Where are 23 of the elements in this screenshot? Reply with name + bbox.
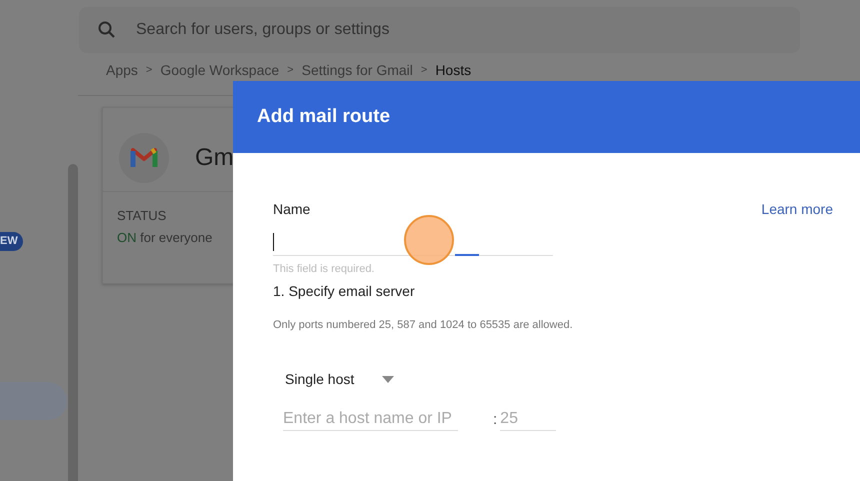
ports-note: Only ports numbered 25, 587 and 1024 to 65535 are allowed. — [273, 319, 574, 331]
sidebar-item[interactable] — [0, 382, 67, 420]
status-text: ON for everyone — [117, 230, 214, 245]
field-label: Name — [273, 201, 310, 217]
dialog-title: Add mail route — [257, 106, 390, 128]
breadcrumb-separator: > — [287, 64, 294, 76]
breadcrumb-link[interactable]: Apps — [106, 62, 138, 78]
breadcrumb-link[interactable]: Settings for Gmail — [302, 62, 413, 78]
host-type-dropdown[interactable]: Single host — [285, 367, 395, 391]
learn-more-link[interactable]: Learn more — [761, 201, 833, 217]
breadcrumb-separator: > — [146, 64, 152, 76]
breadcrumb-separator: > — [420, 64, 428, 76]
section-heading: 1. Specify email server — [273, 283, 416, 299]
port-separator: : — [493, 411, 498, 428]
caret-icon — [382, 376, 394, 382]
search-field[interactable]: Search for users, groups or settings — [79, 7, 800, 53]
helper-text: This field is required. — [273, 263, 376, 275]
breadcrumb-link[interactable]: Google Workspace — [160, 62, 280, 78]
host-field[interactable]: Enter a host name or IP — [283, 408, 458, 431]
mail-logo-icon — [119, 132, 169, 182]
scrollbar[interactable] — [68, 164, 78, 481]
app-title: Gm — [195, 144, 234, 172]
new-badge: EW — [0, 232, 23, 251]
